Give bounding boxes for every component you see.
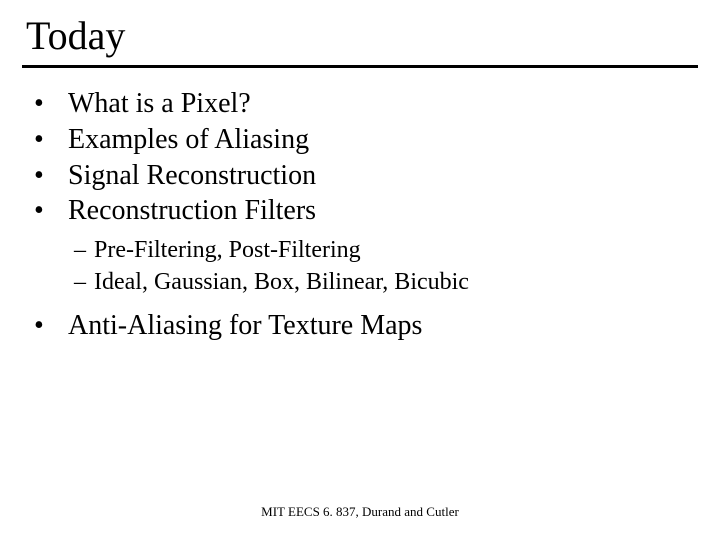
list-item: • Signal Reconstruction [30,158,698,194]
bullet-text: Examples of Aliasing [68,122,309,158]
bullet-text: Reconstruction Filters [68,193,316,229]
bullet-icon: • [30,193,68,229]
bullet-icon: • [30,158,68,194]
title-rule [22,65,698,68]
slide-title: Today [22,12,698,59]
sub-bullet-text: Pre-Filtering, Post-Filtering [94,235,361,266]
bullet-icon: • [30,308,68,344]
sub-bullet-list: – Pre-Filtering, Post-Filtering – Ideal,… [22,235,698,297]
dash-icon: – [74,267,94,298]
list-item: – Ideal, Gaussian, Box, Bilinear, Bicubi… [74,267,698,298]
bullet-text: Signal Reconstruction [68,158,316,194]
dash-icon: – [74,235,94,266]
bullet-icon: • [30,86,68,122]
slide-footer: MIT EECS 6. 837, Durand and Cutler [0,504,720,520]
list-item: • Reconstruction Filters [30,193,698,229]
list-item: • What is a Pixel? [30,86,698,122]
sub-bullet-text: Ideal, Gaussian, Box, Bilinear, Bicubic [94,267,469,298]
list-item: – Pre-Filtering, Post-Filtering [74,235,698,266]
bullet-list: • Anti-Aliasing for Texture Maps [22,308,698,344]
list-item: • Anti-Aliasing for Texture Maps [30,308,698,344]
bullet-icon: • [30,122,68,158]
bullet-list: • What is a Pixel? • Examples of Aliasin… [22,86,698,229]
bullet-text: Anti-Aliasing for Texture Maps [68,308,422,344]
list-item: • Examples of Aliasing [30,122,698,158]
bullet-text: What is a Pixel? [68,86,251,122]
